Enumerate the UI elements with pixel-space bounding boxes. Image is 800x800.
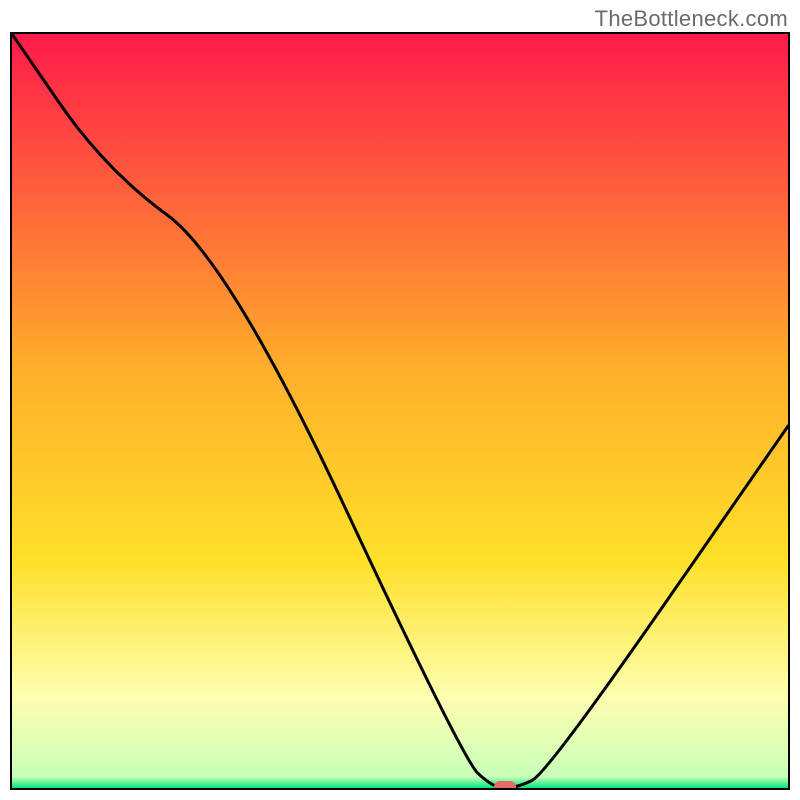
watermark-text: TheBottleneck.com — [595, 6, 788, 32]
bottleneck-curve — [12, 34, 788, 788]
plot-area — [10, 32, 790, 790]
optimum-marker — [494, 781, 516, 790]
chart-stage: TheBottleneck.com — [0, 0, 800, 800]
curve-path — [12, 34, 788, 788]
